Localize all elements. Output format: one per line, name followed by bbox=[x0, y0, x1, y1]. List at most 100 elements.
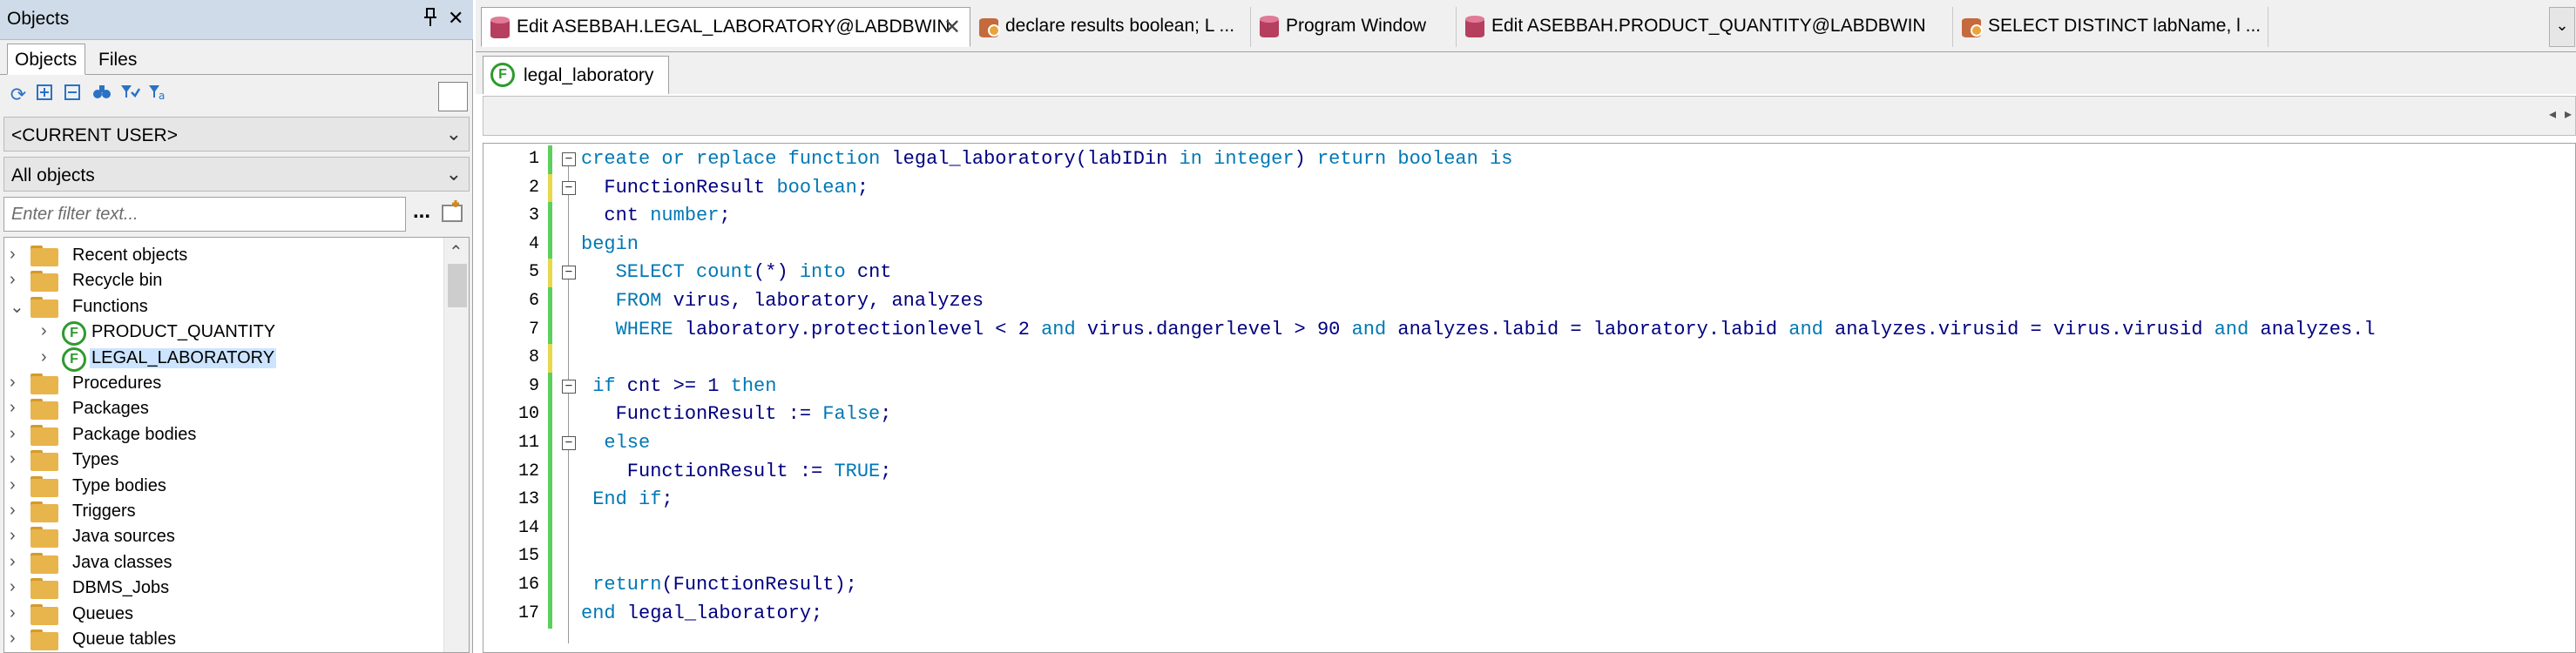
code-editor[interactable]: 1 2 3 4 5 6 7 8 9 10 11 12 13 14 15 16 17 create or repl… bbox=[483, 143, 2576, 653]
chevron-right-icon[interactable]: › bbox=[41, 347, 57, 367]
line-number: 6 bbox=[528, 291, 539, 311]
code-line[interactable]: WHERE laboratory.protectionlevel < 2 and… bbox=[581, 316, 2376, 344]
line-number-gutter: 1 2 3 4 5 6 7 8 9 10 11 12 13 14 15 16 17 bbox=[483, 144, 551, 652]
filter-input[interactable] bbox=[3, 197, 406, 232]
chevron-right-icon[interactable]: › bbox=[10, 424, 25, 444]
tab-label: Edit ASEBBAH.PRODUCT_QUANTITY@LABDBWIN bbox=[1491, 16, 1926, 36]
chevron-right-icon[interactable]: › bbox=[10, 552, 25, 572]
code-line[interactable]: FunctionResult boolean; bbox=[581, 174, 869, 202]
user-combo[interactable]: <CURRENT USER> ⌄ bbox=[3, 117, 470, 151]
refresh-icon[interactable]: ⟳ bbox=[5, 82, 31, 108]
tab-program-window[interactable]: Program Window bbox=[1251, 7, 1457, 47]
tree-item-folder[interactable]: › Java classes bbox=[4, 550, 440, 576]
new-folder-icon[interactable] bbox=[439, 199, 467, 230]
tab-files[interactable]: Files bbox=[91, 44, 143, 75]
tree-item-folder[interactable]: › Package bodies bbox=[4, 422, 440, 448]
sort-icon[interactable]: a bbox=[145, 82, 171, 108]
object-tree: › Recent objects › Recycle bin ⌄ Functions › F P… bbox=[3, 237, 470, 653]
code-line[interactable]: cnt number; bbox=[581, 202, 730, 230]
tree-item-folder[interactable]: › Procedures bbox=[4, 371, 440, 396]
tab-edit-product-quantity[interactable]: Edit ASEBBAH.PRODUCT_QUANTITY@LABDBWIN bbox=[1457, 7, 1953, 47]
function-icon: F bbox=[62, 321, 86, 347]
chevron-right-icon[interactable]: › bbox=[10, 526, 25, 546]
collapse-all-icon[interactable] bbox=[59, 82, 85, 108]
tree-item-folder[interactable]: › DBMS_Jobs bbox=[4, 576, 440, 601]
fold-toggle-icon[interactable]: − bbox=[562, 180, 576, 195]
chevron-right-icon[interactable]: › bbox=[10, 449, 25, 469]
code-area[interactable]: create or replace function legal_laborat… bbox=[581, 144, 2575, 652]
code-line[interactable]: if cnt >= 1 then bbox=[581, 373, 776, 401]
tab-label: declare results boolean; L ... bbox=[1005, 16, 1235, 36]
tree-item-folder[interactable]: ⌄ Functions bbox=[4, 294, 440, 320]
fold-toggle-icon[interactable]: − bbox=[562, 152, 576, 166]
tree-item-folder[interactable]: › Java sources bbox=[4, 524, 440, 549]
chevron-right-icon[interactable]: › bbox=[41, 321, 57, 341]
tab-objects[interactable]: Objects bbox=[7, 44, 85, 75]
pin-icon[interactable] bbox=[422, 7, 443, 31]
chevron-right-icon[interactable]: › bbox=[10, 475, 25, 495]
code-line[interactable]: return(FunctionResult); bbox=[581, 571, 857, 599]
chevron-right-icon[interactable]: › bbox=[10, 603, 25, 623]
toggle-checkbox[interactable] bbox=[438, 82, 468, 111]
change-marker bbox=[548, 429, 552, 458]
close-icon[interactable]: ✕ bbox=[943, 15, 961, 40]
code-line[interactable]: create or replace function legal_laborat… bbox=[581, 145, 1512, 173]
tree-item-folder[interactable]: › Type bodies bbox=[4, 474, 440, 499]
chevron-right-icon[interactable]: › bbox=[10, 373, 25, 393]
line-number: 17 bbox=[517, 603, 539, 623]
chevron-right-icon[interactable]: › bbox=[10, 577, 25, 597]
scroll-thumb[interactable] bbox=[448, 264, 467, 307]
filter-icon[interactable] bbox=[117, 82, 143, 108]
sub-tab-legal-laboratory[interactable]: F legal_laboratory bbox=[483, 56, 669, 94]
scroll-right-icon[interactable]: ▸ bbox=[2565, 105, 2572, 123]
tab-edit-legal-laboratory[interactable]: Edit ASEBBAH.LEGAL_LABORATORY@LABDBWIN ✕ bbox=[481, 7, 970, 47]
tree-item-function[interactable]: › F PRODUCT_QUANTITY bbox=[4, 320, 440, 347]
code-line[interactable]: SELECT count(*) into cnt bbox=[581, 259, 892, 286]
chevron-right-icon[interactable]: › bbox=[10, 629, 25, 649]
line-number: 1 bbox=[528, 149, 539, 169]
tree-item-folder[interactable]: › Queue tables bbox=[4, 627, 440, 652]
chevron-right-icon[interactable]: › bbox=[10, 501, 25, 521]
change-marker bbox=[548, 401, 552, 430]
code-line[interactable]: FROM virus, laboratory, analyzes bbox=[581, 287, 984, 315]
code-line[interactable]: begin bbox=[581, 231, 639, 259]
chevron-right-icon[interactable]: › bbox=[10, 245, 25, 265]
tree-item-folder[interactable]: › Types bbox=[4, 448, 440, 473]
folder-icon bbox=[30, 296, 60, 318]
find-icon[interactable] bbox=[89, 82, 115, 108]
tree-item-folder[interactable]: › Recent objects bbox=[4, 243, 440, 268]
code-line[interactable]: End if; bbox=[581, 486, 673, 514]
db-sql-icon bbox=[1962, 16, 1983, 38]
chevron-right-icon[interactable]: › bbox=[10, 270, 25, 290]
code-line[interactable]: else bbox=[581, 429, 650, 457]
folder-icon bbox=[30, 502, 60, 522]
scroll-up-icon[interactable]: ⌃ bbox=[449, 241, 463, 263]
tree-item-folder[interactable]: › Packages bbox=[4, 396, 440, 421]
tab-declare-results[interactable]: declare results boolean; L ... bbox=[970, 7, 1251, 47]
chevron-right-icon[interactable]: › bbox=[10, 398, 25, 418]
fold-toggle-icon[interactable]: − bbox=[562, 436, 576, 450]
expand-all-icon[interactable] bbox=[31, 82, 57, 108]
fold-toggle-icon[interactable]: − bbox=[562, 266, 576, 280]
fold-toggle-icon[interactable]: − bbox=[562, 379, 576, 394]
chevron-down-icon[interactable]: ⌄ bbox=[10, 296, 25, 318]
db-sql-icon bbox=[979, 16, 1000, 38]
tree-item-label: Queues bbox=[72, 603, 134, 623]
tab-select-distinct[interactable]: SELECT DISTINCT labName, l ... bbox=[1953, 7, 2268, 47]
scroll-left-icon[interactable]: ◂ bbox=[2549, 105, 2556, 123]
tree-item-label: Queue tables bbox=[72, 629, 176, 649]
tree-scrollbar[interactable]: ⌃ bbox=[443, 238, 469, 652]
folder-icon bbox=[30, 424, 60, 446]
code-line[interactable]: FunctionResult := TRUE; bbox=[581, 458, 892, 486]
tree-item-function[interactable]: › F LEGAL_LABORATORY bbox=[4, 346, 440, 372]
tree-item-folder[interactable]: › Recycle bin bbox=[4, 268, 440, 293]
code-line[interactable]: end legal_laboratory; bbox=[581, 600, 822, 628]
close-panel-icon[interactable]: ✕ bbox=[448, 7, 469, 31]
tab-list-button[interactable]: ⌄ bbox=[2549, 7, 2575, 47]
scope-combo[interactable]: All objects ⌄ bbox=[3, 157, 470, 192]
tree-item-folder[interactable]: › Triggers bbox=[4, 499, 440, 524]
fold-guide bbox=[568, 156, 569, 643]
tree-item-folder[interactable]: › Queues bbox=[4, 602, 440, 627]
filter-more-button[interactable]: ... bbox=[409, 197, 434, 232]
code-line[interactable]: FunctionResult := False; bbox=[581, 401, 892, 428]
